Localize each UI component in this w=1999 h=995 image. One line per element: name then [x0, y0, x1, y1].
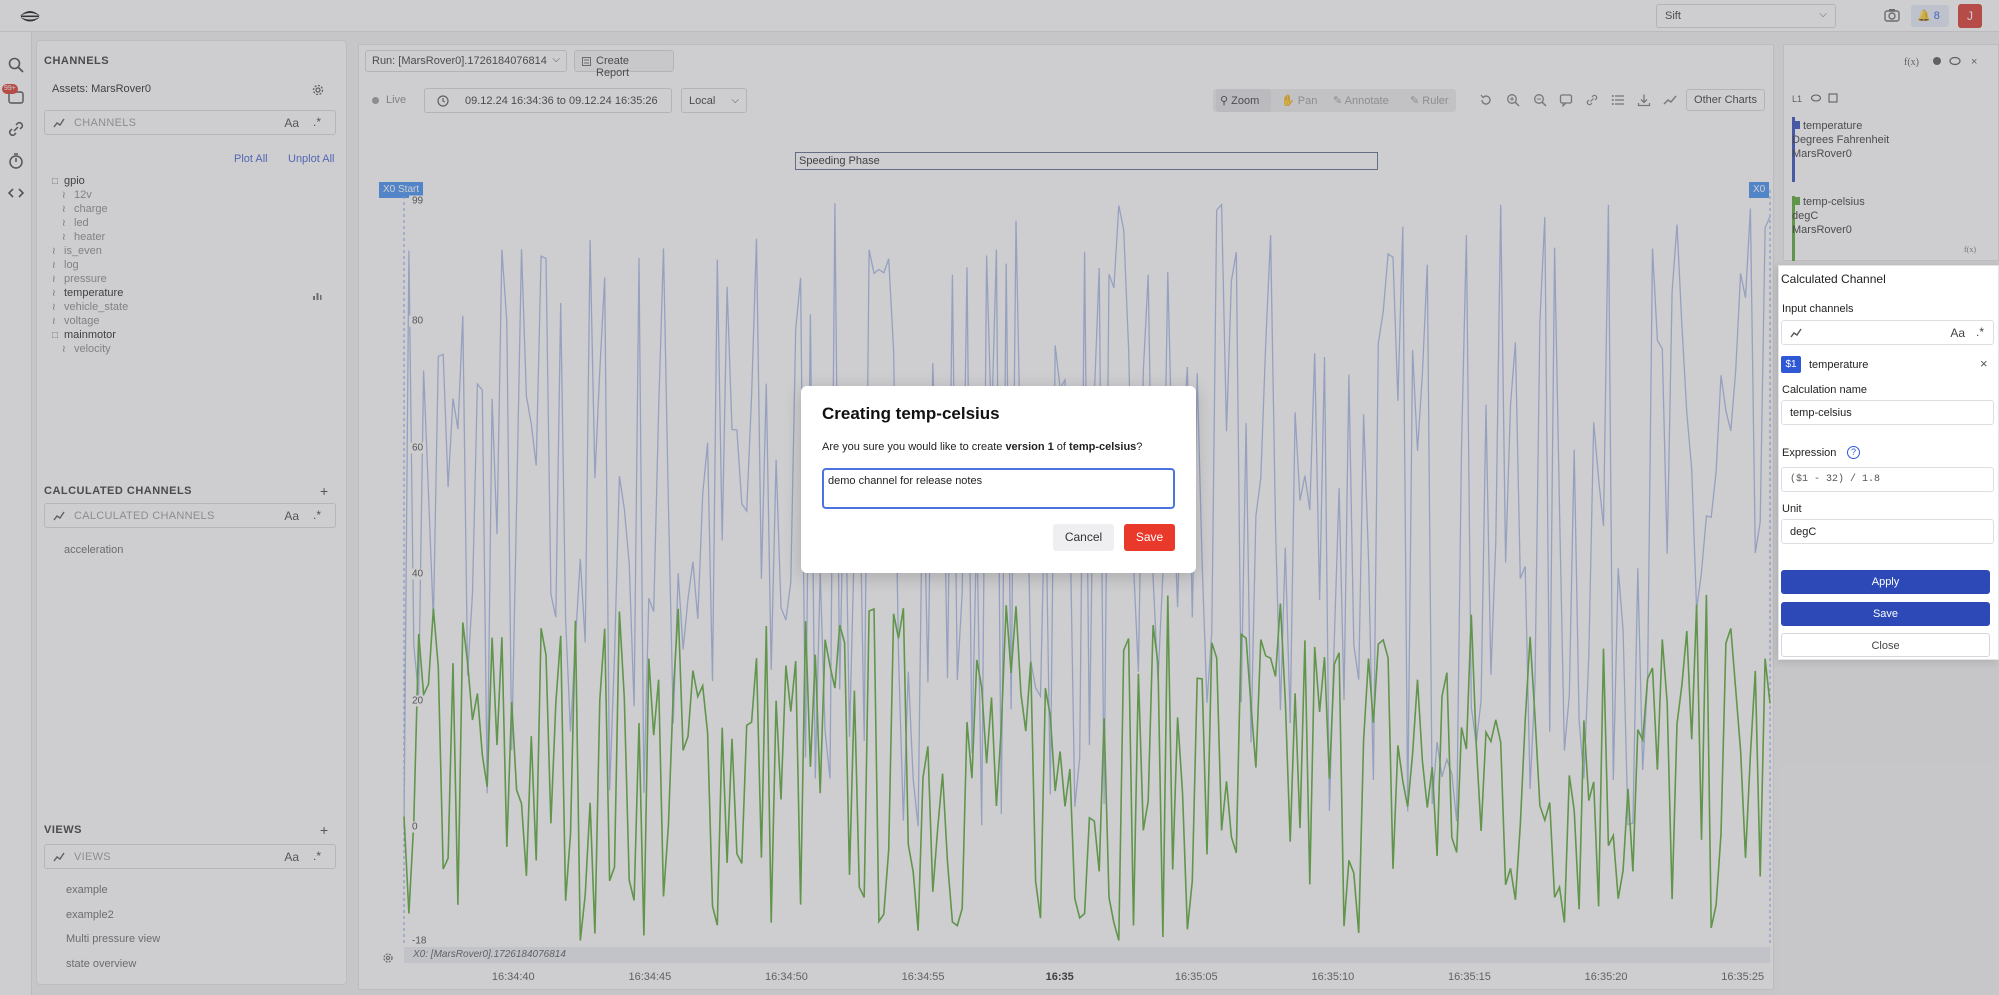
- question-text: Are you sure you would like to create: [822, 441, 1006, 453]
- case-toggle[interactable]: Aa: [1950, 326, 1965, 340]
- dialog-question: Are you sure you would like to create ve…: [822, 441, 1142, 453]
- question-name: temp-celsius: [1069, 441, 1137, 453]
- save-button[interactable]: Save: [1781, 602, 1990, 626]
- confirm-dialog: Creating temp-celsius Are you sure you w…: [801, 386, 1196, 573]
- apply-button[interactable]: Apply: [1781, 570, 1990, 594]
- remove-input-icon[interactable]: ×: [1980, 356, 1988, 371]
- help-icon[interactable]: ?: [1847, 446, 1860, 459]
- calc-panel-title: Calculated Channel: [1781, 272, 1886, 286]
- calc-name-label: Calculation name: [1782, 384, 1867, 396]
- question-text: of: [1053, 441, 1070, 453]
- line-chart-icon: [1790, 328, 1802, 338]
- input-channel-name: temperature: [1809, 359, 1869, 371]
- cancel-button[interactable]: Cancel: [1053, 524, 1114, 551]
- version-notes-textarea[interactable]: demo channel for release notes: [822, 468, 1175, 509]
- calculated-channel-panel: Calculated Channel Input channels Aa .* …: [1778, 265, 1999, 660]
- expression-input[interactable]: ($1 - 32) / 1.8: [1781, 467, 1994, 492]
- expression-label: Expression: [1782, 447, 1837, 459]
- save-button[interactable]: Save: [1124, 524, 1175, 551]
- regex-toggle[interactable]: .*: [1976, 325, 1984, 339]
- dialog-title: Creating temp-celsius: [822, 404, 1000, 423]
- question-text: ?: [1136, 441, 1143, 453]
- input-channel-search[interactable]: Aa .*: [1781, 320, 1994, 345]
- question-version: version 1: [1005, 441, 1054, 453]
- calc-name-input[interactable]: temp-celsius: [1781, 400, 1994, 425]
- input-tag: $1: [1781, 356, 1801, 373]
- close-button[interactable]: Close: [1781, 633, 1990, 657]
- unit-label: Unit: [1782, 503, 1802, 515]
- input-channels-label: Input channels: [1782, 303, 1854, 315]
- unit-input[interactable]: degC: [1781, 519, 1994, 544]
